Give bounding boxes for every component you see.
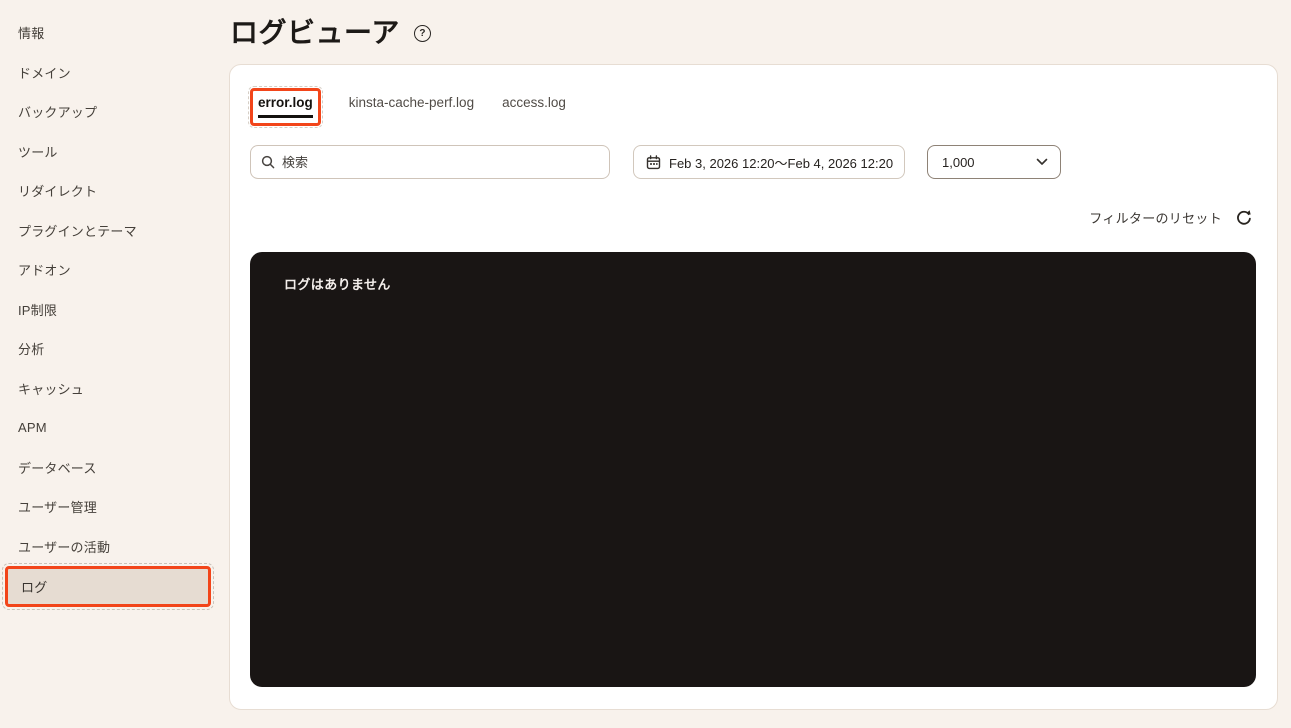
sidebar-item-cache[interactable]: キャッシュ <box>0 369 225 409</box>
sidebar-item-tools[interactable]: ツール <box>0 132 225 172</box>
line-limit-select[interactable]: 1,000 <box>927 145 1061 179</box>
tab-error-log[interactable]: error.log <box>250 88 321 126</box>
sidebar-item-logs[interactable]: ログ <box>5 566 211 607</box>
sidebar-item-database[interactable]: データベース <box>0 448 225 488</box>
chevron-down-icon <box>1036 158 1048 166</box>
filters-row: Feb 3, 2026 12:20〜Feb 4, 2026 12:20 1,00… <box>230 145 1277 179</box>
sidebar-item-addons[interactable]: アドオン <box>0 250 225 290</box>
sidebar-item-plugins-themes[interactable]: プラグインとテーマ <box>0 211 225 251</box>
date-range-value: Feb 3, 2026 12:20〜Feb 4, 2026 12:20 <box>669 153 893 172</box>
sidebar-item-analytics[interactable]: 分析 <box>0 329 225 369</box>
tab-access-log[interactable]: access.log <box>502 95 566 110</box>
sidebar-item-backups[interactable]: バックアップ <box>0 92 225 132</box>
log-empty-message: ログはありません <box>284 274 1222 293</box>
sidebar-item-redirects[interactable]: リダイレクト <box>0 171 225 211</box>
log-file-tabs: error.log kinsta-cache-perf.log access.l… <box>250 88 566 126</box>
tab-error-log-label: error.log <box>258 95 313 118</box>
log-output-panel[interactable]: ログはありません <box>250 252 1256 687</box>
sidebar-item-user-activity[interactable]: ユーザーの活動 <box>0 527 225 567</box>
refresh-icon[interactable] <box>1235 209 1253 227</box>
page-header: ログビューア ? <box>230 11 431 51</box>
search-box[interactable] <box>250 145 610 179</box>
sidebar-item-ip-deny[interactable]: IP制限 <box>0 290 225 330</box>
sidebar-item-info[interactable]: 情報 <box>0 13 225 53</box>
sidebar-item-domains[interactable]: ドメイン <box>0 53 225 93</box>
reset-filters-button[interactable]: フィルターのリセット <box>1089 208 1222 227</box>
page-title: ログビューア <box>230 11 400 51</box>
reset-filters-row: フィルターのリセット <box>1089 208 1253 227</box>
calendar-icon <box>646 155 661 170</box>
tab-kinsta-cache-perf-log[interactable]: kinsta-cache-perf.log <box>349 95 474 110</box>
line-limit-value: 1,000 <box>942 155 975 170</box>
search-icon <box>261 155 275 169</box>
sidebar-item-apm[interactable]: APM <box>0 408 225 448</box>
help-icon[interactable]: ? <box>414 25 431 42</box>
sidebar-item-user-management[interactable]: ユーザー管理 <box>0 487 225 527</box>
date-range-picker[interactable]: Feb 3, 2026 12:20〜Feb 4, 2026 12:20 <box>633 145 905 179</box>
log-viewer-card: error.log kinsta-cache-perf.log access.l… <box>229 64 1278 710</box>
search-input[interactable] <box>282 155 599 170</box>
sidebar: 情報 ドメイン バックアップ ツール リダイレクト プラグインとテーマ アドオン… <box>0 0 225 728</box>
